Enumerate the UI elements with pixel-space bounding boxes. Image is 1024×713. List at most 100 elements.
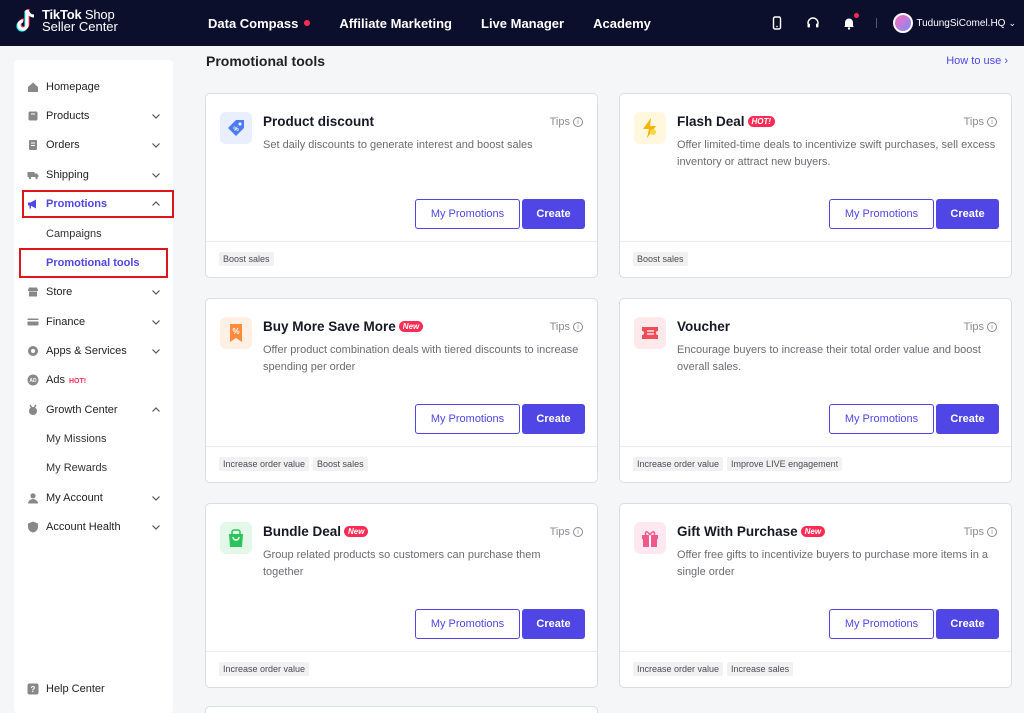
sidebar-item-growth-center[interactable]: Growth Center <box>14 398 173 422</box>
sidebar-item-label: Campaigns <box>46 228 102 240</box>
promo-card-product-discount: % Product discount Tips i Set daily disco… <box>205 93 598 278</box>
tips-link[interactable]: Tips i <box>964 321 997 333</box>
sidebar-item-finance[interactable]: Finance <box>14 310 173 334</box>
card-title-text: Product discount <box>263 114 374 129</box>
sidebar-item-label: Homepage <box>46 81 100 93</box>
headset-icon[interactable] <box>806 16 820 30</box>
tips-link[interactable]: Tips i <box>964 526 997 538</box>
nav-label: Affiliate Marketing <box>339 15 452 31</box>
orders-icon <box>27 139 39 151</box>
sidebar-item-ads[interactable]: AD Ads HOT! <box>14 368 173 392</box>
chevron-down-icon <box>152 496 160 501</box>
my-promotions-button[interactable]: My Promotions <box>829 404 934 434</box>
top-bar: TikTok Shop Seller Center Data Compass A… <box>0 0 1024 46</box>
sidebar-item-shipping[interactable]: Shipping <box>14 163 173 187</box>
tag-list: Boost sales <box>633 252 692 266</box>
home-icon <box>27 81 39 93</box>
my-promotions-button[interactable]: My Promotions <box>415 609 520 639</box>
create-button[interactable]: Create <box>936 404 999 434</box>
card-title-text: Gift With Purchase <box>677 524 798 539</box>
svg-text:%: % <box>233 127 239 133</box>
medal-icon <box>27 404 39 416</box>
my-promotions-button[interactable]: My Promotions <box>829 199 934 229</box>
my-promotions-button[interactable]: My Promotions <box>415 404 520 434</box>
top-right-controls: TudungSiComel.HQ ⌄ <box>748 0 1016 46</box>
sidebar-item-orders[interactable]: Orders <box>14 133 173 157</box>
divider <box>620 241 1011 242</box>
divider <box>620 651 1011 652</box>
tips-link[interactable]: Tips i <box>550 526 583 538</box>
card-title: Bundle Deal New <box>263 524 369 539</box>
info-icon: i <box>987 527 997 537</box>
tag: Increase order value <box>219 457 310 471</box>
info-icon: i <box>573 322 583 332</box>
create-button[interactable]: Create <box>936 609 999 639</box>
divider <box>876 18 878 28</box>
tips-label: Tips <box>549 526 570 538</box>
tag: Increase order value <box>219 662 310 676</box>
divider <box>620 446 1011 447</box>
hot-badge: HOT! <box>747 116 776 127</box>
promo-card-buy-more-save-more: % Buy More Save More New Tips i Offer prod… <box>205 298 598 483</box>
logo-subtitle: Seller Center <box>42 19 118 34</box>
tag: Boost sales <box>219 252 274 266</box>
sidebar-item-my-account[interactable]: My Account <box>14 486 173 510</box>
tag-list: Boost sales <box>219 252 278 266</box>
card-title-text: Voucher <box>677 319 731 334</box>
info-icon: i <box>987 117 997 127</box>
highlight-box <box>22 190 174 218</box>
sidebar-item-store[interactable]: Store <box>14 280 173 304</box>
my-promotions-button[interactable]: My Promotions <box>415 199 520 229</box>
card-title-text: Flash Deal <box>677 114 745 129</box>
shield-icon <box>27 521 39 533</box>
sidebar-item-my-missions[interactable]: My Missions <box>14 427 173 451</box>
create-button[interactable]: Create <box>522 609 585 639</box>
create-button[interactable]: Create <box>522 199 585 229</box>
chevron-down-icon <box>152 114 160 119</box>
svg-text:AD: AD <box>29 378 37 384</box>
chevron-right-icon: › <box>1004 55 1008 67</box>
shopping-bag-icon <box>220 522 252 554</box>
chevron-down-icon <box>152 320 160 325</box>
nav-academy[interactable]: Academy <box>593 16 651 31</box>
tips-label: Tips <box>549 321 570 333</box>
nav-label: Live Manager <box>481 15 565 31</box>
card-title: Flash Deal HOT! <box>677 114 776 129</box>
card-description: Offer free gifts to incentivize buyers t… <box>677 549 988 578</box>
username[interactable]: TudungSiComel.HQ <box>916 18 1005 29</box>
apps-icon <box>27 345 39 357</box>
how-to-use-link[interactable]: How to use › <box>946 55 1008 67</box>
create-button[interactable]: Create <box>522 404 585 434</box>
tag: Boost sales <box>633 252 688 266</box>
nav-affiliate-marketing[interactable]: Affiliate Marketing <box>339 16 452 31</box>
my-promotions-button[interactable]: My Promotions <box>829 609 934 639</box>
mobile-phone-icon[interactable] <box>770 16 784 30</box>
sidebar-item-account-health[interactable]: Account Health <box>14 515 173 539</box>
info-icon: i <box>987 322 997 332</box>
tips-link[interactable]: Tips i <box>964 116 997 128</box>
avatar[interactable] <box>893 13 914 33</box>
top-nav: Data Compass Affiliate Marketing Live Ma… <box>208 0 680 46</box>
chevron-down-icon[interactable]: ⌄ <box>1008 18 1016 29</box>
sidebar-item-apps-services[interactable]: Apps & Services <box>14 339 173 363</box>
sidebar-item-label: Ads <box>46 374 65 386</box>
sidebar-item-campaigns[interactable]: Campaigns <box>14 222 173 246</box>
sidebar: Homepage Products Orders Shipping Promot… <box>14 60 174 713</box>
tips-link[interactable]: Tips i <box>550 116 583 128</box>
notification-dot <box>304 20 311 26</box>
sidebar-item-my-rewards[interactable]: My Rewards <box>14 456 173 480</box>
sidebar-item-products[interactable]: Products <box>14 104 173 128</box>
sidebar-item-homepage[interactable]: Homepage <box>14 75 173 99</box>
bell-icon[interactable] <box>842 13 860 30</box>
tips-link[interactable]: Tips i <box>550 321 583 333</box>
lightning-icon <box>634 112 666 144</box>
nav-live-manager[interactable]: Live Manager <box>481 16 564 31</box>
tips-label: Tips <box>963 116 984 128</box>
help-icon: ? <box>27 683 39 695</box>
tiktok-shop-logo[interactable]: TikTok Shop Seller Center <box>16 8 118 34</box>
create-button[interactable]: Create <box>936 199 999 229</box>
nav-data-compass[interactable]: Data Compass <box>208 16 311 31</box>
card-title-text: Bundle Deal <box>263 524 342 539</box>
sidebar-item-help-center[interactable]: ? Help Center <box>14 677 173 701</box>
tag: Increase order value <box>633 457 724 471</box>
